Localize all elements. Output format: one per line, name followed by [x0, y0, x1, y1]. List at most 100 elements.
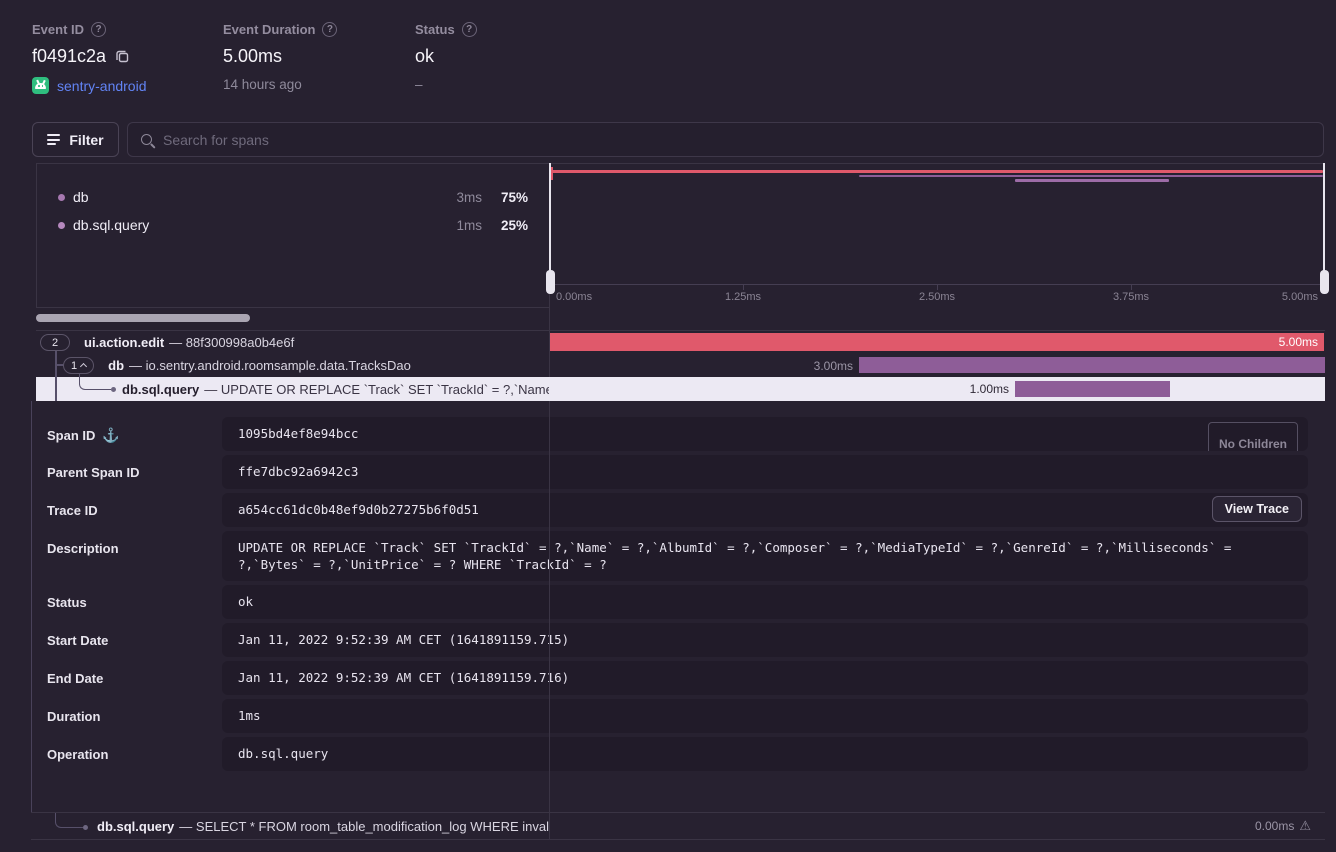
event-duration-column: Event Duration ? 5.00ms 14 hours ago: [223, 22, 337, 92]
event-id-column: Event ID ? f0491c2a sentry-android: [32, 22, 147, 94]
detail-value: Jan 11, 2022 9:52:39 AM CET (1641891159.…: [222, 661, 1308, 695]
filter-button[interactable]: Filter: [32, 122, 119, 157]
minimap-left-drag-handle[interactable]: [549, 163, 551, 293]
span-duration-label: 1.00ms: [549, 377, 1009, 401]
span-op: db.sql.query: [97, 819, 174, 834]
minimap-right-drag-handle[interactable]: [1323, 163, 1325, 293]
detail-value: ffe7dbc92a6942c3: [222, 455, 1308, 489]
span-duration-bar[interactable]: [859, 357, 1325, 373]
span-row-db-sql-query-select[interactable]: db.sql.query — SELECT * FROM room_table_…: [31, 812, 1325, 840]
project-avatar-android-icon: [32, 77, 49, 94]
span-search-box[interactable]: [127, 122, 1324, 157]
detail-label: Description: [47, 541, 119, 556]
detail-value: a654cc61dc0b48ef9d0b27275b6f0d51 View Tr…: [222, 493, 1308, 527]
anchor-icon[interactable]: ⚓: [102, 427, 119, 444]
event-id-label: Event ID: [32, 22, 84, 37]
status-label: Status: [415, 22, 455, 37]
filter-icon: [47, 134, 60, 145]
tree-guide-line: [31, 401, 32, 812]
axis-tick-label: 1.25ms: [725, 291, 761, 303]
search-input[interactable]: [163, 132, 1310, 148]
span-duration-label: 3.00ms: [549, 354, 853, 377]
tree-guide-line: [55, 351, 57, 401]
span-op: db.sql.query: [122, 382, 199, 397]
op-name: db.sql.query: [73, 217, 428, 233]
span-description: — SELECT * FROM room_table_modification_…: [179, 819, 549, 834]
detail-label: Span ID: [47, 428, 95, 443]
span-row-db-sql-query-selected[interactable]: db.sql.query — UPDATE OR REPLACE `Track`…: [36, 377, 1325, 401]
detail-label: End Date: [47, 671, 103, 686]
op-breakdown-row-db-sql-query[interactable]: db.sql.query 1ms 25%: [37, 214, 549, 236]
copy-icon[interactable]: [115, 49, 130, 64]
axis-tick-label: 0.00ms: [556, 291, 592, 303]
event-id-label-row: Event ID ?: [32, 22, 147, 37]
event-id-value: f0491c2a: [32, 46, 106, 67]
detail-label: Operation: [47, 747, 108, 762]
detail-value: 1ms: [222, 699, 1308, 733]
op-color-dot: [58, 194, 65, 201]
help-icon[interactable]: ?: [322, 22, 337, 37]
op-color-dot: [58, 222, 65, 229]
detail-label: Trace ID: [47, 503, 98, 518]
span-description: — 88f300998a0b4e6f: [169, 335, 294, 350]
event-duration-ago: 14 hours ago: [223, 77, 302, 92]
span-details-panel: Span ID ⚓ 1095bd4ef8e94bcc No Children P…: [36, 401, 1325, 812]
status-column: Status ? ok –: [415, 22, 477, 92]
tree-guide-stub: [55, 364, 63, 366]
detail-value: UPDATE OR REPLACE `Track` SET `TrackId` …: [222, 531, 1308, 581]
detail-value: Jan 11, 2022 9:52:39 AM CET (1641891159.…: [222, 623, 1308, 657]
minimap-span-ui-action-edit: [551, 170, 1323, 173]
tree-elbow-connector: [55, 813, 83, 828]
tree-leaf-dot: [83, 825, 88, 830]
view-trace-button[interactable]: View Trace: [1212, 496, 1302, 522]
time-axis: 0.00ms 1.25ms 2.50ms 3.75ms 5.00ms: [549, 284, 1325, 308]
detail-label: Start Date: [47, 633, 108, 648]
detail-value: db.sql.query: [222, 737, 1308, 771]
horizontal-scrollbar-thumb[interactable]: [36, 314, 250, 322]
op-duration: 3ms: [428, 190, 482, 205]
minimap-span-start-tick: [551, 167, 553, 180]
op-percent: 75%: [482, 190, 528, 205]
span-row-ui-action-edit[interactable]: 2 ui.action.edit — 88f300998a0b4e6f 5.00…: [36, 331, 1325, 354]
axis-tick-label: 3.75ms: [1113, 291, 1149, 303]
help-icon[interactable]: ?: [462, 22, 477, 37]
trace-waterfall: db 3ms 75% db.sql.query 1ms 25%: [36, 163, 1325, 840]
axis-tickmark: [937, 285, 938, 290]
event-duration-value: 5.00ms: [223, 46, 282, 67]
axis-tick-label: 5.00ms: [1282, 291, 1318, 303]
span-duration-bar[interactable]: 5.00ms: [550, 333, 1324, 351]
op-name: db: [73, 189, 428, 205]
search-icon: [141, 134, 152, 145]
help-icon[interactable]: ?: [91, 22, 106, 37]
project-link[interactable]: sentry-android: [57, 78, 147, 94]
op-duration: 1ms: [428, 218, 482, 233]
tree-leaf-dot: [111, 387, 116, 392]
span-description: — UPDATE OR REPLACE `Track` SET `TrackId…: [204, 382, 549, 397]
axis-tick-label: 2.50ms: [919, 291, 955, 303]
span-detail-view: Event ID ? f0491c2a sentry-android Event…: [0, 0, 1336, 852]
span-duration-bar[interactable]: [1015, 381, 1170, 397]
axis-tickmark: [1131, 285, 1132, 290]
trace-minimap[interactable]: [549, 163, 1325, 284]
detail-label: Duration: [47, 709, 100, 724]
minimap-span-db-sql-query: [1015, 179, 1169, 182]
op-percent: 25%: [482, 218, 528, 233]
span-duration-label: 0.00ms: [1255, 819, 1294, 833]
status-value: ok: [415, 46, 434, 67]
span-group-count-pill[interactable]: 2: [40, 334, 70, 351]
op-breakdown-panel: db 3ms 75% db.sql.query 1ms 25%: [36, 163, 550, 308]
detail-value: 1095bd4ef8e94bcc No Children: [222, 417, 1308, 451]
axis-tickmark: [743, 285, 744, 290]
span-op: ui.action.edit: [84, 335, 164, 350]
op-breakdown-row-db[interactable]: db 3ms 75%: [37, 186, 549, 208]
minimap-span-db: [859, 175, 1323, 178]
span-row-db[interactable]: 1 db — io.sentry.android.roomsample.data…: [36, 354, 1325, 377]
span-description: — io.sentry.android.roomsample.data.Trac…: [129, 358, 411, 373]
filter-button-label: Filter: [69, 132, 103, 148]
detail-label: Status: [47, 595, 87, 610]
warning-icon: ⚠: [1299, 818, 1311, 834]
span-group-count-pill[interactable]: 1: [63, 357, 94, 374]
detail-label: Parent Span ID: [47, 465, 139, 480]
detail-value: ok: [222, 585, 1308, 619]
chevron-up-icon: [80, 363, 87, 370]
